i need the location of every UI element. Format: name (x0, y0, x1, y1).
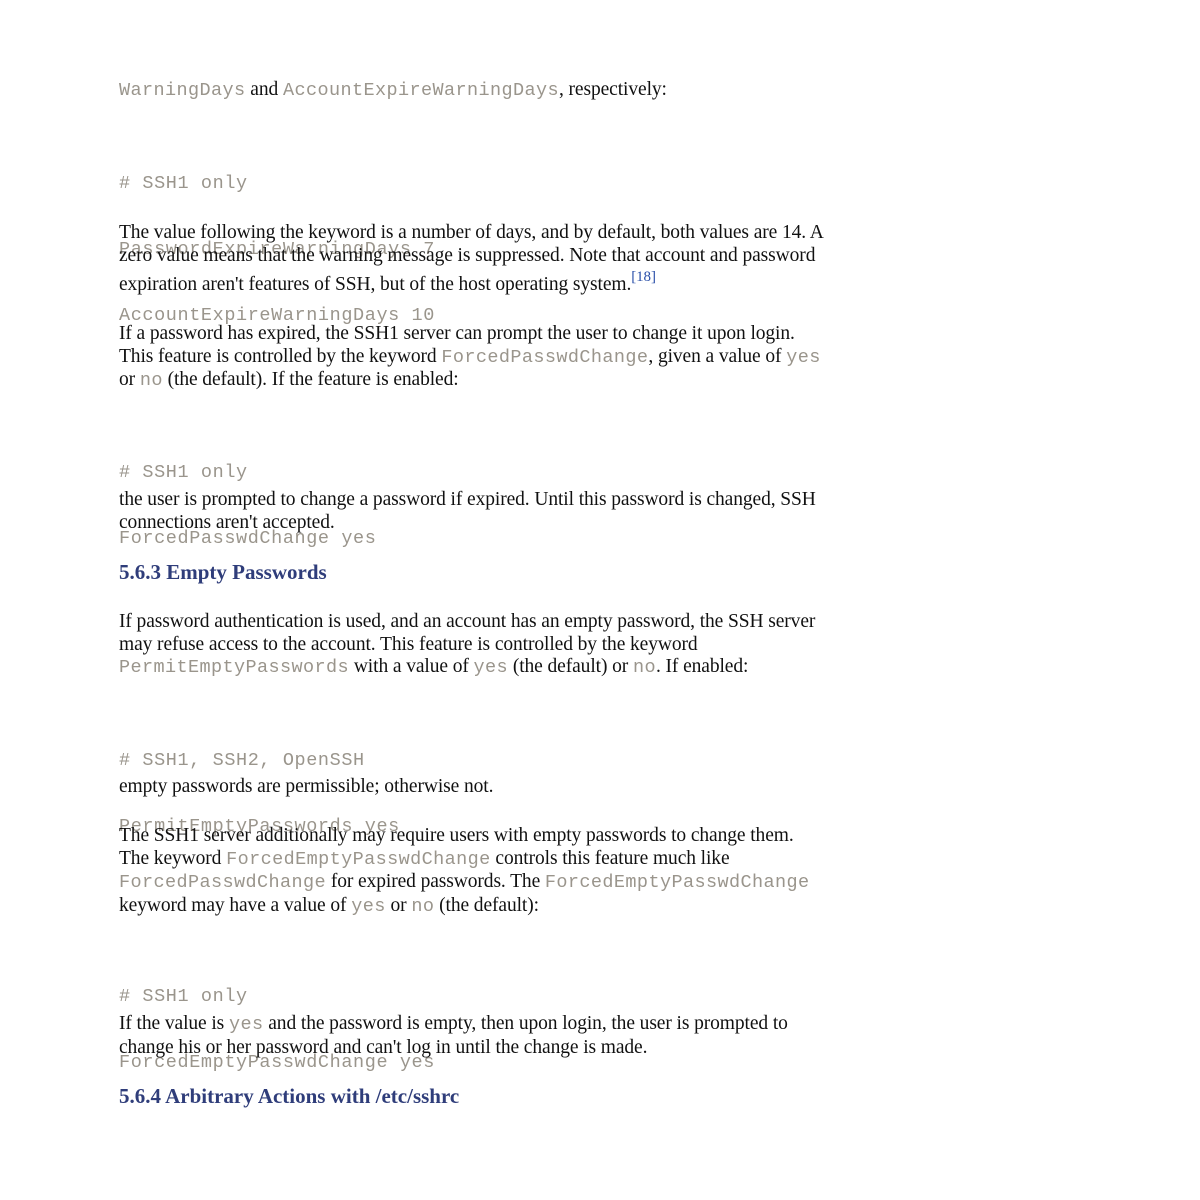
document-page: WarningDays and AccountExpireWarningDays… (0, 0, 1200, 1200)
value-no: no (632, 657, 656, 678)
text: , given a value of (648, 345, 787, 367)
keyword-forcedemptypasswdchange: ForcedEmptyPasswdChange (544, 872, 810, 893)
para-line: The SSH1 server additionally may require… (119, 825, 794, 846)
keyword-permitemptypasswords: PermitEmptyPasswords (119, 657, 350, 678)
paragraph-warning-days: The value following the keyword is a num… (119, 222, 1079, 297)
para-line: change his or her password and can't log… (119, 1036, 648, 1058)
value-no: no (411, 895, 435, 917)
text: and the password is empty, then upon log… (263, 1013, 788, 1034)
para-line: If a password has expired, the SSH1 serv… (119, 323, 795, 344)
value-no: no (139, 370, 163, 391)
para-line: may refuse access to the account. This f… (119, 633, 698, 655)
section-heading-5-6-4: 5.6.4 Arbitrary Actions with /etc/sshrc (119, 1084, 460, 1108)
para-line: zero value means that the warning messag… (119, 244, 816, 266)
para-line: If password authentication is used, and … (119, 611, 816, 632)
text: or (119, 369, 140, 390)
text: controls this feature much like (490, 847, 730, 869)
text: (the default) or (508, 656, 633, 677)
text: , respectively: (558, 79, 667, 100)
section-heading-5-6-3: 5.6.3 Empty Passwords (119, 560, 327, 584)
code-line: # SSH1 only (119, 462, 248, 483)
para-line: expiration aren't features of SSH, but o… (119, 274, 632, 295)
paragraph-forced-passwd-change: If a password has expired, the SSH1 serv… (119, 323, 1079, 393)
text: (the default): (434, 894, 539, 916)
para-line: connections aren't accepted. (119, 511, 335, 533)
text: or (385, 894, 412, 916)
code-line: # SSH1 only (119, 986, 248, 1007)
paragraph-permissible: empty passwords are permissible; otherwi… (119, 776, 1079, 799)
text: . If enabled: (655, 656, 749, 677)
intro-line: WarningDays and AccountExpireWarningDays… (119, 79, 1079, 103)
value-yes: yes (228, 1014, 264, 1035)
text: and (245, 79, 283, 100)
text: The keyword (119, 847, 227, 869)
footnote-link[interactable]: [18] (631, 269, 656, 285)
text: This feature is controlled by the keywor… (119, 345, 442, 367)
text: (the default). If the feature is enabled… (162, 369, 459, 390)
code-line: # SSH1 only (119, 173, 248, 194)
keyword-warningdays: WarningDays (119, 80, 246, 101)
value-yes: yes (351, 895, 386, 917)
text: for expired passwords. The (326, 871, 545, 892)
keyword-accountexpirewarningdays: AccountExpireWarningDays (282, 80, 559, 101)
keyword-forcedpasswdchange: ForcedPasswdChange (441, 346, 649, 368)
text: with a value of (349, 656, 474, 677)
para-line: The value following the keyword is a num… (119, 222, 824, 243)
value-yes: yes (786, 346, 821, 368)
keyword-forcedpasswdchange: ForcedPasswdChange (119, 872, 327, 893)
para-line: the user is prompted to change a passwor… (119, 489, 816, 510)
paragraph-user-prompted: the user is prompted to change a passwor… (119, 489, 1079, 534)
paragraph-value-yes: If the value is yes and the password is … (119, 1013, 1079, 1059)
para-line: empty passwords are permissible; otherwi… (119, 776, 494, 797)
text: If the value is (119, 1013, 229, 1034)
value-yes: yes (473, 657, 509, 678)
paragraph-forced-empty-passwd-change: The SSH1 server additionally may require… (119, 825, 1079, 918)
paragraph-empty-passwords: If password authentication is used, and … (119, 611, 1079, 680)
keyword-forcedemptypasswdchange: ForcedEmptyPasswdChange (226, 848, 491, 870)
text: keyword may have a value of (119, 894, 352, 916)
code-line: # SSH1, SSH2, OpenSSH (119, 750, 365, 771)
